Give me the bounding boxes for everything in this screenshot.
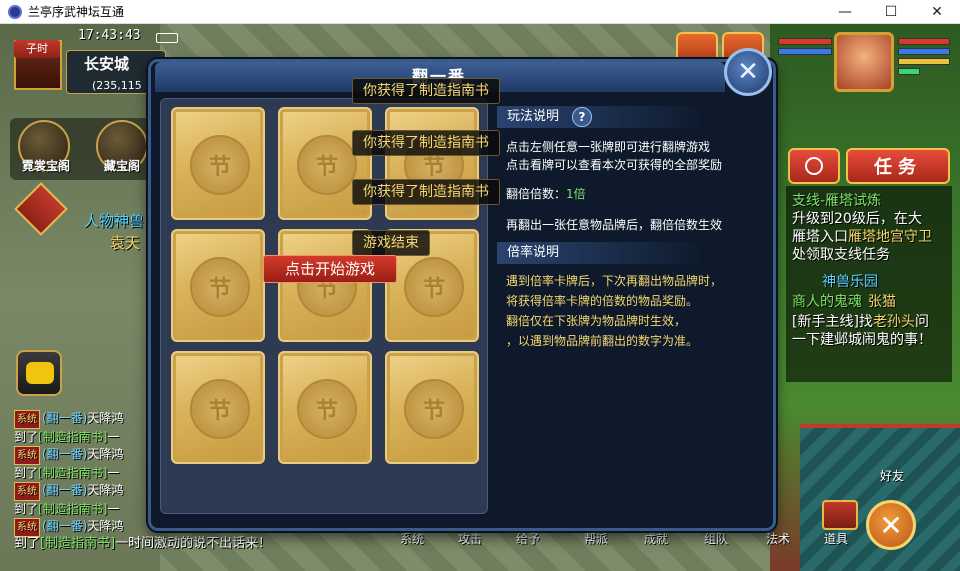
main-quest-line[interactable]: [新手主线]找老孙头问 <box>792 311 929 331</box>
rate-line: 遇到倍率卡牌后，下次再翻出物品牌时， <box>506 274 723 288</box>
city-name: 长安城 <box>84 55 130 73</box>
chat-line: 到了[制造指南书]一 <box>14 502 120 516</box>
building-roof <box>800 424 960 571</box>
quest-desc-line: 升级到20级后，在大 <box>792 211 922 227</box>
flip-card[interactable]: 节 <box>171 107 265 220</box>
reward-popup: 你获得了制造指南书 <box>352 78 500 104</box>
quest-title[interactable]: 支线-雁塔试炼 <box>792 190 881 210</box>
quest-desc-line: 雁塔入口雁塔地宫守卫 <box>792 229 932 245</box>
flip-card[interactable]: 节 <box>278 351 372 464</box>
player-hp-bar <box>898 38 950 45</box>
game-over-popup: 游戏结束 <box>352 230 430 256</box>
flip-card[interactable]: 节 <box>171 229 265 342</box>
chat-bubble-icon <box>26 362 54 384</box>
maximize-button[interactable]: ☐ <box>868 0 914 24</box>
quest-line[interactable]: 商人的鬼魂 张猫 <box>792 291 896 311</box>
close-window-button[interactable]: ✕ <box>914 0 960 24</box>
dialog-close-button[interactable]: ✕ <box>724 48 772 96</box>
chat-line: 到了[制造指南书]一 <box>14 430 120 444</box>
window-title: 兰亭序武神坛互通 <box>28 5 125 19</box>
chat-latest-line: 到了[制造指南书]一时间激动的说不出话来！ <box>14 536 272 551</box>
game-clock: 17:43:43 <box>78 28 141 43</box>
help-icon[interactable]: ? <box>572 107 592 127</box>
menu-items[interactable]: 道具 <box>824 530 848 547</box>
clock-icon <box>805 157 823 175</box>
city-coords: (235,115 <box>92 79 142 92</box>
menu-achievement[interactable]: 成就 <box>644 530 668 547</box>
pet-hp-bar <box>778 38 832 45</box>
rules-line: 点击左侧任意一张牌即可进行翻牌游戏 <box>506 140 711 154</box>
player-mp-bar <box>898 48 950 55</box>
app-icon <box>8 4 22 19</box>
npc-name[interactable]: 人物神兽 <box>84 210 144 231</box>
menu-system[interactable]: 系统 <box>400 530 424 547</box>
rate-line: 翻倍仅在下张牌为物品牌时生效， <box>506 314 687 328</box>
battery-icon <box>156 33 178 43</box>
pet-mp-bar <box>778 48 832 55</box>
flip-card[interactable]: 节 <box>171 351 265 464</box>
menu-guild[interactable]: 帮派 <box>584 530 608 547</box>
chat-line: 系统 (翻一番)天降鸿 <box>14 482 154 501</box>
menu-give[interactable]: 给予 <box>516 530 540 547</box>
chat-button[interactable] <box>16 350 62 396</box>
player-anger-bar <box>898 58 950 65</box>
rate-header: 倍率说明 <box>497 242 703 264</box>
multiplier-row: 翻倍倍数：1倍 <box>506 187 586 201</box>
quest-desc-line: 处领取支线任务 <box>792 247 890 263</box>
menu-team[interactable]: 组队 <box>704 530 728 547</box>
friend-label[interactable]: 好友 <box>880 467 904 484</box>
rules-header: 玩法说明 <box>497 106 703 128</box>
player-avatar[interactable] <box>834 32 894 92</box>
main-quest-line: 一下建邺城闹鬼的事！ <box>792 332 932 348</box>
timer-button[interactable] <box>788 148 840 184</box>
menu-skills[interactable]: 法术 <box>766 530 790 547</box>
chat-line: 系统 (翻一番)天降鸿 <box>14 410 154 429</box>
treasure-shop-label: 藏宝阁 <box>104 159 141 173</box>
reward-popup: 你获得了制造指南书 <box>352 179 500 205</box>
rate-line: 将获得倍率卡牌的倍数的物品奖励。 <box>506 294 699 308</box>
reflip-hint: 再翻出一张任意物品牌后，翻倍倍数生效 <box>506 218 723 232</box>
close-menu-button[interactable]: ✕ <box>866 500 916 550</box>
npc-subname[interactable]: 袁天 <box>110 232 140 253</box>
chat-line: 系统 (翻一番)天降鸿 <box>14 446 154 465</box>
task-button[interactable]: 任务 <box>846 148 950 184</box>
time-period-badge: 子时 <box>14 40 60 58</box>
reward-popup: 你获得了制造指南书 <box>352 130 500 156</box>
rate-line: ，以遇到物品牌前翻出的数字为准。 <box>506 334 699 348</box>
flip-card[interactable]: 节 <box>385 351 479 464</box>
menu-attack[interactable]: 攻击 <box>458 530 482 547</box>
bag-icon[interactable] <box>822 500 858 530</box>
multiplier-value: 1倍 <box>566 187 586 201</box>
quest-section-title[interactable]: 神兽乐园 <box>822 271 878 291</box>
player-exp-bar <box>898 68 920 75</box>
window-titlebar: 兰亭序武神坛互通 — ☐ ✕ <box>0 0 960 24</box>
quest-npc-link[interactable]: 雁塔地宫守卫 <box>848 229 932 245</box>
rules-line: 点击看牌可以查看本次可获得的全部奖励 <box>506 158 723 172</box>
start-game-button[interactable]: 点击开始游戏 <box>263 255 397 283</box>
nichang-shop-label: 霓裳宝阁 <box>22 159 71 173</box>
minimize-button[interactable]: — <box>822 0 868 24</box>
chat-line: 到了[制造指南书]一 <box>14 466 120 480</box>
